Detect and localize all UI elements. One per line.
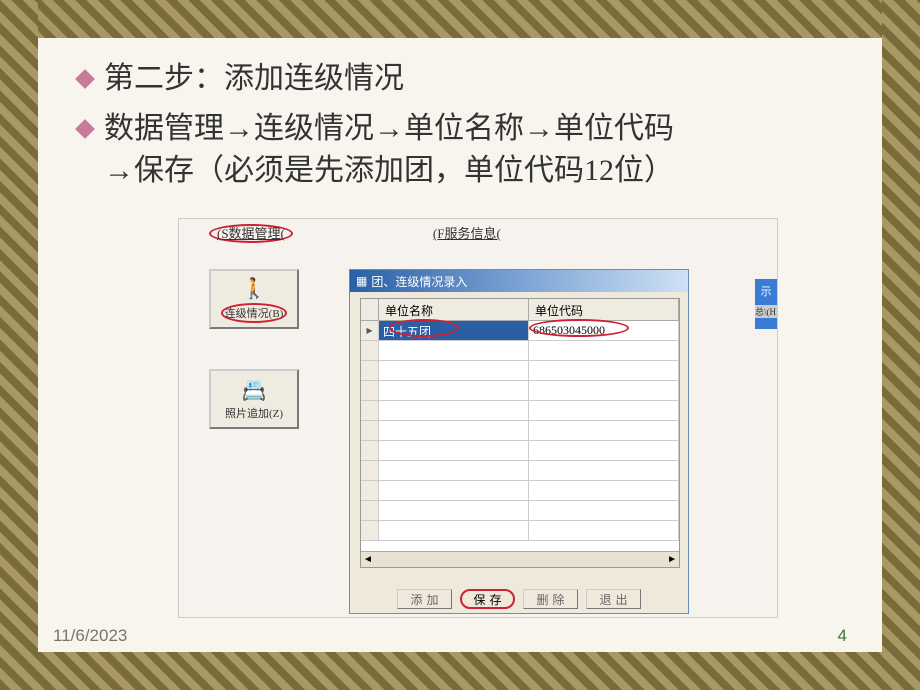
btn-add[interactable]: 添加 (397, 589, 452, 609)
table-row[interactable] (361, 441, 679, 461)
window-icon: ▦ (356, 274, 367, 289)
data-grid[interactable]: 单位名称 单位代码 ▸ 四十五团 686503045000 (360, 298, 680, 568)
slide-border-left (0, 0, 38, 690)
btn-delete[interactable]: 删除 (523, 589, 578, 609)
table-row[interactable] (361, 361, 679, 381)
dialog-title-text: 团、连级情况录入 (371, 273, 467, 290)
horizontal-scrollbar[interactable]: ◄ ► (361, 551, 679, 567)
slide-border-bottom (0, 652, 920, 690)
app-screenshot: (S数据管理( (F服务信息( 🚶 连级情况(B) 📇 照片追加(Z) ▦ 团、… (178, 218, 778, 618)
highlight-oval-code (529, 319, 629, 337)
dialog-unit-entry: ▦ 团、连级情况录入 单位名称 单位代码 ▸ 四十五团 68650304500 (349, 269, 689, 614)
dialog-titlebar: ▦ 团、连级情况录入 (350, 270, 688, 292)
scroll-right-icon[interactable]: ► (667, 554, 677, 565)
bullet-line-1: 第二步：添加连级情况 (78, 58, 882, 100)
slide-content: 第二步：添加连级情况 数据管理→连级情况→单位名称→单位代码 →保存（必须是先添… (38, 38, 882, 652)
table-row[interactable] (361, 341, 679, 361)
menu-data-management[interactable]: (S数据管理( (209, 223, 293, 242)
grid-header: 单位名称 单位代码 (361, 299, 679, 321)
highlight-oval-name (389, 319, 459, 337)
btn-lianji-info[interactable]: 🚶 连级情况(B) (209, 269, 299, 329)
bullet-text-2b: →保存（必须是先添加团，单位代码12位） (104, 150, 882, 192)
footer-page-number: 4 (838, 626, 847, 646)
table-row[interactable] (361, 421, 679, 441)
menu-bar: (S数据管理( (F服务信息( (179, 219, 777, 246)
table-row[interactable] (361, 401, 679, 421)
menu-highlight: (S数据管理( (209, 224, 293, 243)
btn-photo-append[interactable]: 📇 照片追加(Z) (209, 369, 299, 429)
menu-service-info[interactable]: (F服务信息( (433, 223, 501, 242)
btn-save[interactable]: 保存 (460, 589, 515, 609)
bullet-text-1: 第二步：添加连级情况 (104, 58, 404, 100)
frag-text-2: 总\(H (755, 305, 777, 318)
slide-border-top (0, 0, 920, 38)
dialog-buttons: 添加 保存 删除 退出 (350, 589, 688, 609)
table-row[interactable] (361, 481, 679, 501)
table-row[interactable] (361, 521, 679, 541)
col-unit-name[interactable]: 单位名称 (379, 299, 529, 320)
footer-date: 11/6/2023 (53, 626, 127, 646)
frag-text-1: 示 (755, 279, 777, 299)
table-row[interactable] (361, 461, 679, 481)
bullet-diamond-icon (75, 119, 95, 139)
bullet-text-2a: 数据管理→连级情况→单位名称→单位代码 (104, 108, 674, 150)
right-panel-fragment: 示 总\(H (755, 279, 777, 329)
table-row[interactable]: ▸ 四十五团 686503045000 (361, 321, 679, 341)
btn-label-2: 照片追加(Z) (225, 405, 283, 421)
sidebar: 🚶 连级情况(B) 📇 照片追加(Z) (209, 269, 329, 469)
row-marker: ▸ (361, 321, 379, 340)
table-row[interactable] (361, 501, 679, 521)
person-icon: 🚶 (242, 276, 267, 301)
photo-icon: 📇 (242, 378, 267, 403)
bullet-diamond-icon (75, 69, 95, 89)
col-unit-code[interactable]: 单位代码 (529, 299, 679, 320)
col-marker (361, 299, 379, 320)
btn-exit[interactable]: 退出 (586, 589, 641, 609)
cell-unit-code[interactable]: 686503045000 (529, 321, 679, 340)
scroll-left-icon[interactable]: ◄ (363, 554, 373, 565)
bullet-line-2: 数据管理→连级情况→单位名称→单位代码 (78, 108, 882, 150)
cell-unit-name[interactable]: 四十五团 (379, 321, 529, 340)
btn-label-1: 连级情况(B) (221, 303, 288, 323)
table-row[interactable] (361, 381, 679, 401)
slide-border-right (882, 0, 920, 690)
